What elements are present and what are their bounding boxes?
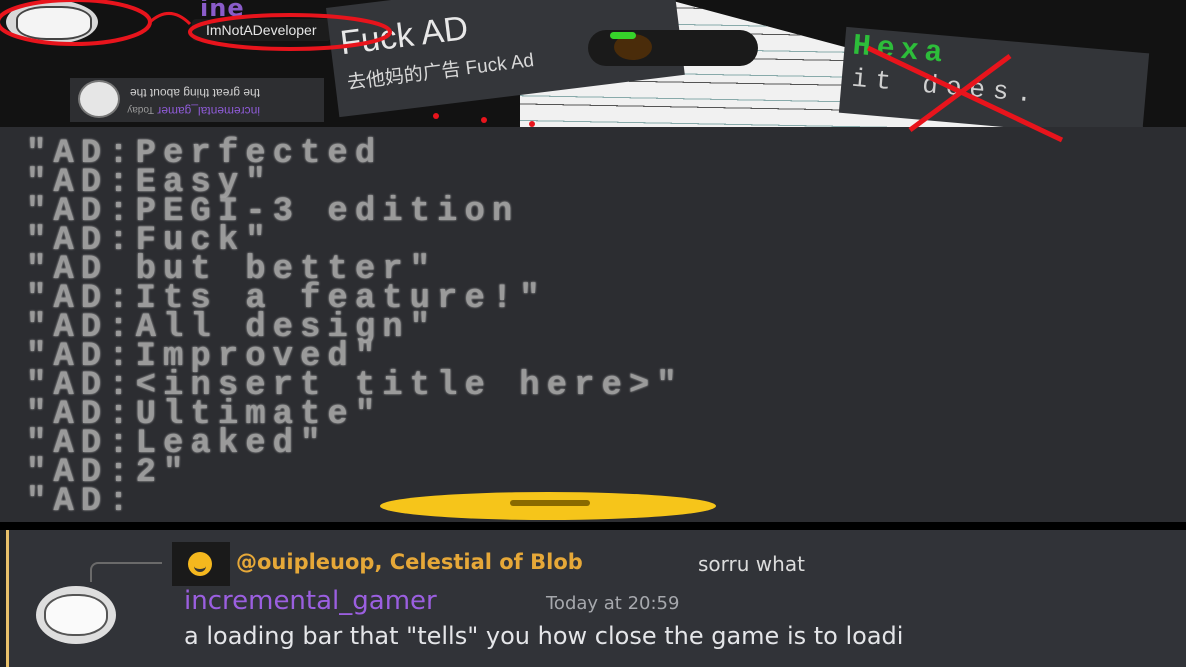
- message-author[interactable]: incremental_gamer: [184, 586, 437, 616]
- cross-mark-b: [908, 53, 1012, 133]
- trollface-icon: [44, 594, 108, 636]
- reply-mention[interactable]: @ouipleuop, Celestial of Blob: [236, 550, 583, 574]
- reply-connector: [90, 562, 162, 582]
- message-timestamp: Today at 20:59: [546, 593, 680, 614]
- message-text: a loading bar that "tells" you how close…: [184, 622, 904, 650]
- avatar-circle-mark: [0, 0, 152, 46]
- trollface-avatar[interactable]: [36, 586, 116, 644]
- red-dot: [433, 113, 439, 119]
- red-dot: [529, 121, 535, 127]
- reply-preview-text[interactable]: sorru what: [698, 552, 805, 576]
- connector-mark: [148, 12, 192, 26]
- reply-avatar[interactable]: [172, 542, 230, 586]
- red-dot: [481, 117, 487, 123]
- tooltip-circle-mark: [188, 13, 392, 51]
- face-mouth: [194, 560, 206, 572]
- cross-mark-a: [866, 45, 1064, 143]
